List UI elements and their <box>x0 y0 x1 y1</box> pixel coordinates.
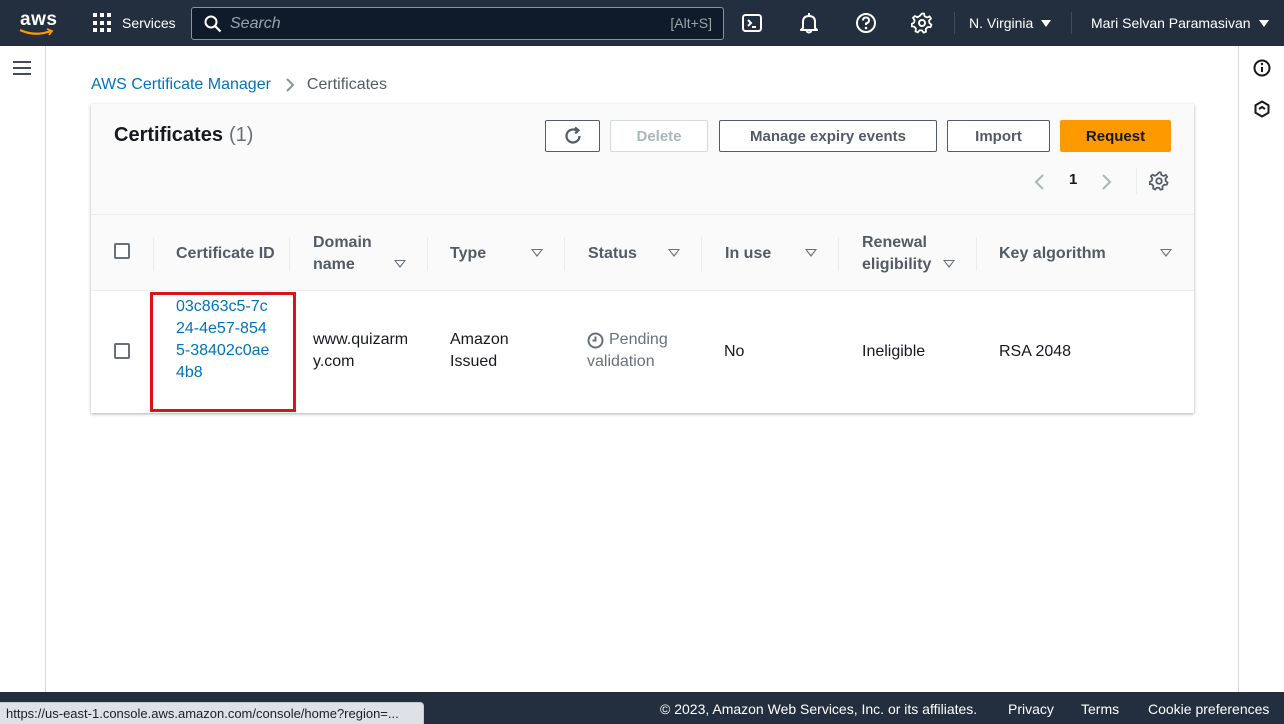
pagination-current-page[interactable]: 1 <box>1069 171 1077 188</box>
import-button[interactable]: Import <box>947 120 1050 152</box>
column-header-label: Domain name <box>313 233 372 273</box>
account-name: Mari Selvan Paramasivan <box>1091 15 1251 31</box>
aws-smile-icon <box>19 28 54 36</box>
sort-caret-icon[interactable] <box>1160 249 1172 257</box>
sort-caret-icon[interactable] <box>805 249 817 257</box>
refresh-icon <box>564 126 581 144</box>
table-preferences-gear-icon[interactable] <box>1149 171 1169 191</box>
highlight-box <box>150 292 296 412</box>
table-header-row: Certificate ID Domain name Type Status I… <box>91 214 1194 291</box>
request-button[interactable]: Request <box>1060 120 1171 152</box>
account-menu[interactable]: Mari Selvan Paramasivan <box>1091 15 1269 31</box>
settings-gear-icon[interactable] <box>911 12 933 34</box>
menu-hamburger-icon[interactable] <box>13 61 31 75</box>
footer-terms-link[interactable]: Terms <box>1081 701 1119 717</box>
search-bar[interactable]: [Alt+S] <box>191 7 724 40</box>
search-input[interactable] <box>230 12 630 36</box>
cell-renewal-eligibility: Ineligible <box>862 343 926 360</box>
sort-caret-icon[interactable] <box>394 260 406 268</box>
column-divider <box>153 237 154 271</box>
browser-status-url: https://us-east-1.console.aws.amazon.com… <box>0 702 424 724</box>
sort-caret-icon[interactable] <box>943 260 955 268</box>
services-label: Services <box>122 15 176 31</box>
pagination-separator <box>1136 168 1137 194</box>
page-title: Certificates (1) <box>114 124 253 147</box>
title-text: Certificates <box>114 124 223 146</box>
sort-caret-icon[interactable] <box>531 249 543 257</box>
column-divider <box>289 237 290 271</box>
column-header-in-use[interactable]: In use <box>725 215 805 292</box>
column-header-type[interactable]: Type <box>450 215 530 292</box>
footer-copyright: © 2023, Amazon Web Services, Inc. or its… <box>660 701 978 717</box>
column-header-label: In use <box>725 244 772 262</box>
column-divider <box>427 237 428 271</box>
feedback-hexagon-icon[interactable] <box>1253 100 1271 118</box>
column-header-label: Key algorithm <box>999 244 1106 262</box>
breadcrumb-link-acm[interactable]: AWS Certificate Manager <box>91 76 271 94</box>
help-icon[interactable] <box>855 12 877 34</box>
search-shortcut-hint: [Alt+S] <box>670 15 712 31</box>
column-header-domain-name[interactable]: Domain name <box>313 215 395 292</box>
column-header-label: Renewal eligibility <box>862 233 932 273</box>
column-header-label: Status <box>588 244 637 262</box>
chevron-right-icon <box>286 78 295 92</box>
table-row: 03c863c5-7c24-4e57-8545-38402c0ae4b8 www… <box>91 291 1194 413</box>
certificate-count: (1) <box>228 124 254 146</box>
cell-in-use: No <box>724 343 745 360</box>
pagination-next-icon[interactable] <box>1101 173 1113 191</box>
column-header-status[interactable]: Status <box>588 215 668 292</box>
column-divider <box>564 237 565 271</box>
row-select-checkbox[interactable] <box>114 343 130 359</box>
grid-icon <box>93 13 113 33</box>
column-header-label: Type <box>450 244 487 262</box>
column-header-certificate-id[interactable]: Certificate ID <box>176 215 286 292</box>
search-icon <box>204 15 222 33</box>
aws-logo[interactable]: aws <box>18 8 58 38</box>
delete-button[interactable]: Delete <box>610 120 708 152</box>
certificates-table-container: Certificates (1) Delete Manage expiry eve… <box>91 104 1194 413</box>
column-divider <box>976 237 977 271</box>
cloudshell-icon[interactable] <box>741 12 763 34</box>
side-navigation-strip <box>0 46 46 692</box>
manage-expiry-events-button[interactable]: Manage expiry events <box>719 120 937 152</box>
column-divider <box>838 237 839 271</box>
cell-type: Amazon Issued <box>450 331 509 370</box>
cell-domain-name: www.quizarmy.com <box>313 331 409 370</box>
breadcrumb-current: Certificates <box>306 76 387 93</box>
caret-down-icon <box>1041 19 1052 27</box>
pagination-prev-icon[interactable] <box>1033 173 1045 191</box>
tools-panel-strip <box>1238 46 1284 692</box>
column-divider <box>701 237 702 271</box>
footer-privacy-link[interactable]: Privacy <box>1008 701 1054 717</box>
info-icon[interactable] <box>1253 59 1271 77</box>
sort-caret-icon[interactable] <box>668 249 680 257</box>
table-header-bar: Certificates (1) Delete Manage expiry eve… <box>91 104 1194 214</box>
breadcrumb: AWS Certificate Manager Certificates <box>91 76 387 94</box>
nav-separator <box>1071 12 1072 34</box>
caret-down-icon <box>1258 19 1269 27</box>
refresh-button[interactable] <box>545 120 600 152</box>
cell-key-algorithm: RSA 2048 <box>999 343 1072 360</box>
region-selector[interactable]: N. Virginia <box>969 15 1052 31</box>
top-navigation: aws Services [Alt+S] <box>0 0 1284 46</box>
column-header-label: Certificate ID <box>176 244 275 262</box>
services-menu-button[interactable]: Services <box>93 13 176 33</box>
column-header-renewal-eligibility[interactable]: Renewal eligibility <box>862 215 942 292</box>
footer-cookie-preferences-link[interactable]: Cookie preferences <box>1148 701 1269 717</box>
region-label: N. Virginia <box>969 15 1034 31</box>
nav-separator <box>954 12 955 34</box>
notifications-bell-icon[interactable] <box>798 12 820 34</box>
cell-status: Pending validation <box>587 329 687 373</box>
select-all-checkbox[interactable] <box>114 243 130 259</box>
pending-clock-icon <box>587 332 604 349</box>
column-header-key-algorithm[interactable]: Key algorithm <box>999 215 1139 292</box>
